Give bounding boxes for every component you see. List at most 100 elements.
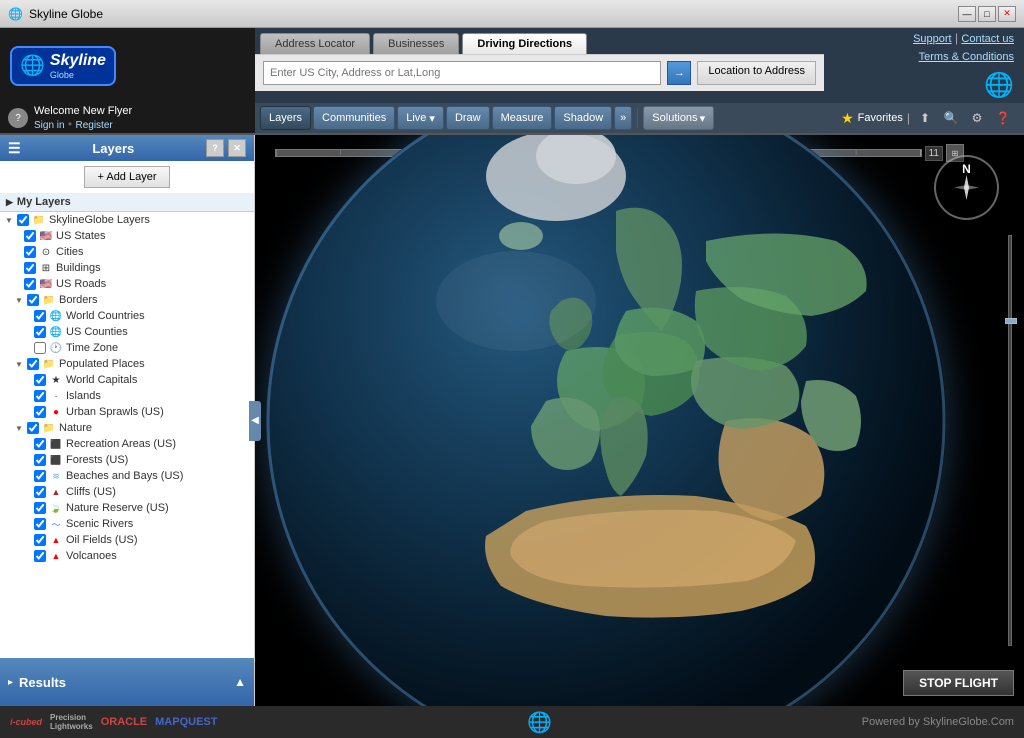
forests-checkbox[interactable] bbox=[34, 454, 46, 466]
tab-businesses[interactable]: Businesses bbox=[373, 33, 459, 54]
beaches-bays-checkbox[interactable] bbox=[34, 470, 46, 482]
us-counties-checkbox[interactable] bbox=[34, 326, 46, 338]
scenic-rivers-icon: 〜 bbox=[49, 517, 63, 531]
right-links: Support | Contact us Terms & Conditions … bbox=[824, 28, 1024, 103]
us-roads-icon: 🇺🇸 bbox=[39, 277, 53, 291]
register-link[interactable]: Register bbox=[75, 120, 112, 131]
app-title: Skyline Globe bbox=[29, 7, 103, 21]
compass-north-label: N bbox=[962, 162, 971, 176]
layer-borders-group: ▼ 📁 Borders bbox=[0, 292, 254, 308]
support-link[interactable]: Support bbox=[913, 33, 952, 45]
borders-expand-icon[interactable]: ▼ bbox=[14, 295, 24, 305]
cliffs-checkbox[interactable] bbox=[34, 486, 46, 498]
layers-close-icon[interactable]: ✕ bbox=[228, 139, 246, 157]
layer-world-capitals: ★ World Capitals bbox=[0, 372, 254, 388]
measure-tool-button[interactable]: Measure bbox=[492, 106, 553, 130]
toolbar-area: Layers Communities Live ▾ Draw Measure S… bbox=[255, 103, 1024, 133]
maximize-button[interactable]: □ bbox=[978, 6, 996, 22]
layers-content[interactable]: + Add Layer ▶ My Layers ▼ 📁 SkylineGlobe… bbox=[0, 161, 254, 658]
us-roads-checkbox[interactable] bbox=[24, 278, 36, 290]
world-capitals-label: World Capitals bbox=[66, 374, 137, 386]
layer-scenic-rivers: 〜 Scenic Rivers bbox=[0, 516, 254, 532]
world-countries-checkbox[interactable] bbox=[34, 310, 46, 322]
nature-checkbox[interactable] bbox=[27, 422, 39, 434]
nature-reserve-checkbox[interactable] bbox=[34, 502, 46, 514]
location-to-address-button[interactable]: Location to Address bbox=[697, 61, 816, 85]
search-go-button[interactable]: → bbox=[667, 61, 691, 85]
urban-sprawls-icon: ● bbox=[49, 405, 63, 419]
zoom-track[interactable] bbox=[1008, 235, 1012, 646]
world-capitals-checkbox[interactable] bbox=[34, 374, 46, 386]
buildings-checkbox[interactable] bbox=[24, 262, 36, 274]
fav-sep: | bbox=[907, 111, 910, 125]
upload-icon[interactable]: ⬆ bbox=[914, 107, 936, 129]
borders-label: Borders bbox=[59, 294, 98, 306]
time-zone-checkbox[interactable] bbox=[34, 342, 46, 354]
urban-sprawls-checkbox[interactable] bbox=[34, 406, 46, 418]
results-collapse-icon[interactable]: ▲ bbox=[234, 675, 246, 689]
favorites-area: ★ Favorites | ⬆ 🔍 ⚙ ❓ bbox=[841, 107, 1019, 129]
zoom-slider[interactable] bbox=[1004, 235, 1016, 646]
favorites-label[interactable]: Favorites bbox=[858, 112, 903, 124]
tab-address-locator[interactable]: Address Locator bbox=[260, 33, 370, 54]
globe-view[interactable]: 11 ⊞ bbox=[255, 135, 1024, 706]
group-expand-icon[interactable]: ▼ bbox=[4, 215, 14, 225]
beaches-bays-icon: ≋ bbox=[49, 469, 63, 483]
results-expand-icon[interactable]: ▸ bbox=[8, 677, 13, 688]
right-links-bottom: Terms & Conditions bbox=[919, 49, 1014, 63]
recreation-areas-label: Recreation Areas (US) bbox=[66, 438, 176, 450]
recreation-areas-checkbox[interactable] bbox=[34, 438, 46, 450]
contact-link[interactable]: Contact us bbox=[961, 33, 1014, 45]
populated-expand-icon[interactable]: ▼ bbox=[14, 359, 24, 369]
solutions-button[interactable]: Solutions ▾ bbox=[643, 106, 714, 130]
close-button[interactable]: ✕ bbox=[998, 6, 1016, 22]
nav-area: Address Locator Businesses Driving Direc… bbox=[255, 28, 824, 103]
volcanoes-label: Volcanoes bbox=[66, 550, 117, 562]
tab-driving-directions[interactable]: Driving Directions bbox=[462, 33, 587, 54]
islands-label: Islands bbox=[66, 390, 101, 402]
nature-expand-icon[interactable]: ▼ bbox=[14, 423, 24, 433]
search-icon[interactable]: 🔍 bbox=[940, 107, 962, 129]
shadow-tool-button[interactable]: Shadow bbox=[554, 106, 612, 130]
globe-icon-area: 🌐 bbox=[984, 71, 1014, 100]
terms-link[interactable]: Terms & Conditions bbox=[919, 51, 1014, 63]
layers-help-icon[interactable]: ? bbox=[206, 139, 224, 157]
search-input[interactable] bbox=[263, 61, 661, 85]
layers-tool-button[interactable]: Layers bbox=[260, 106, 311, 130]
right-links-top: Support | Contact us bbox=[913, 31, 1014, 45]
stop-flight-button[interactable]: STOP FLIGHT bbox=[903, 670, 1014, 696]
oil-fields-checkbox[interactable] bbox=[34, 534, 46, 546]
add-layer-button[interactable]: + Add Layer bbox=[84, 166, 169, 188]
zoom-thumb[interactable] bbox=[1005, 318, 1017, 324]
user-avatar: ? bbox=[8, 108, 28, 128]
populated-places-checkbox[interactable] bbox=[27, 358, 39, 370]
layer-islands: · Islands bbox=[0, 388, 254, 404]
user-area: ? Welcome New Flyer Sign in • Register bbox=[0, 103, 255, 133]
populated-places-label: Populated Places bbox=[59, 358, 145, 370]
skylineglobe-layers-checkbox[interactable] bbox=[17, 214, 29, 226]
titlebar-controls[interactable]: — □ ✕ bbox=[958, 6, 1016, 22]
draw-tool-button[interactable]: Draw bbox=[446, 106, 490, 130]
settings-icon[interactable]: ⚙ bbox=[966, 107, 988, 129]
nature-reserve-icon: 🍃 bbox=[49, 501, 63, 515]
layer-us-roads: 🇺🇸 US Roads bbox=[0, 276, 254, 292]
islands-checkbox[interactable] bbox=[34, 390, 46, 402]
us-states-checkbox[interactable] bbox=[24, 230, 36, 242]
compass[interactable]: N bbox=[934, 155, 999, 220]
scenic-rivers-checkbox[interactable] bbox=[34, 518, 46, 530]
live-tool-button[interactable]: Live ▾ bbox=[397, 106, 444, 130]
nature-label: Nature bbox=[59, 422, 92, 434]
more-tools-button[interactable]: » bbox=[614, 106, 632, 130]
my-layers-triangle[interactable]: ▶ bbox=[6, 197, 13, 208]
sidebar-collapse-arrow[interactable]: ◀ bbox=[249, 401, 261, 441]
volcanoes-checkbox[interactable] bbox=[34, 550, 46, 562]
cities-checkbox[interactable] bbox=[24, 246, 36, 258]
minimize-button[interactable]: — bbox=[958, 6, 976, 22]
help-icon[interactable]: ❓ bbox=[992, 107, 1014, 129]
borders-checkbox[interactable] bbox=[27, 294, 39, 306]
communities-tool-button[interactable]: Communities bbox=[313, 106, 395, 130]
globe[interactable] bbox=[266, 135, 946, 706]
signin-link[interactable]: Sign in bbox=[34, 120, 65, 131]
skylineglobe-layers-label: SkylineGlobe Layers bbox=[49, 214, 150, 226]
layers-header-icons: ? ✕ bbox=[206, 139, 246, 157]
